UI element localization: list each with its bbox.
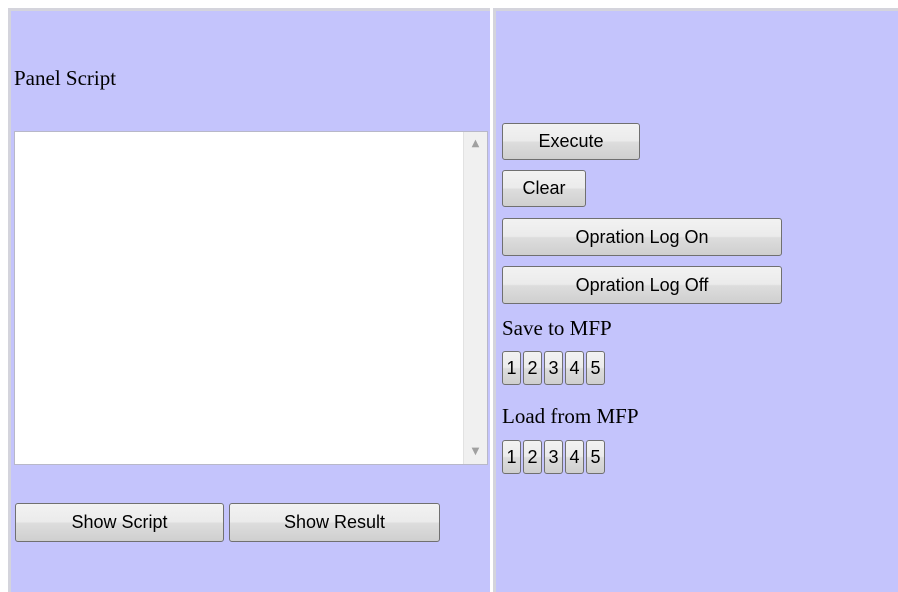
load-slot-3-button[interactable]: 3: [544, 440, 563, 474]
show-result-button[interactable]: Show Result: [229, 503, 440, 542]
load-slot-2-button[interactable]: 2: [523, 440, 542, 474]
save-slot-4-button[interactable]: 4: [565, 351, 584, 385]
script-textarea-container: ▲ ▼: [14, 131, 488, 465]
save-slot-1-button[interactable]: 1: [502, 351, 521, 385]
clear-button[interactable]: Clear: [502, 170, 586, 207]
execute-button[interactable]: Execute: [502, 123, 640, 160]
save-slot-2-button[interactable]: 2: [523, 351, 542, 385]
save-slot-5-button[interactable]: 5: [586, 351, 605, 385]
load-from-mfp-label: Load from MFP: [502, 404, 639, 428]
load-slot-1-button[interactable]: 1: [502, 440, 521, 474]
panel-title: Panel Script: [14, 66, 117, 90]
textarea-scrollbar[interactable]: ▲ ▼: [463, 132, 487, 464]
save-slot-buttons: 1 2 3 4 5: [502, 351, 605, 385]
scroll-down-icon[interactable]: ▼: [464, 442, 487, 462]
right-panel: Execute Clear Opration Log On Opration L…: [493, 8, 898, 592]
script-textarea[interactable]: [15, 132, 463, 464]
load-slot-buttons: 1 2 3 4 5: [502, 440, 605, 474]
scroll-up-icon[interactable]: ▲: [464, 134, 487, 154]
save-to-mfp-label: Save to MFP: [502, 316, 612, 340]
save-slot-3-button[interactable]: 3: [544, 351, 563, 385]
load-slot-5-button[interactable]: 5: [586, 440, 605, 474]
operation-log-off-button[interactable]: Opration Log Off: [502, 266, 782, 304]
left-panel: Panel Script ▲ ▼ Show Script Show Result: [8, 8, 490, 592]
operation-log-on-button[interactable]: Opration Log On: [502, 218, 782, 256]
load-slot-4-button[interactable]: 4: [565, 440, 584, 474]
show-script-button[interactable]: Show Script: [15, 503, 224, 542]
